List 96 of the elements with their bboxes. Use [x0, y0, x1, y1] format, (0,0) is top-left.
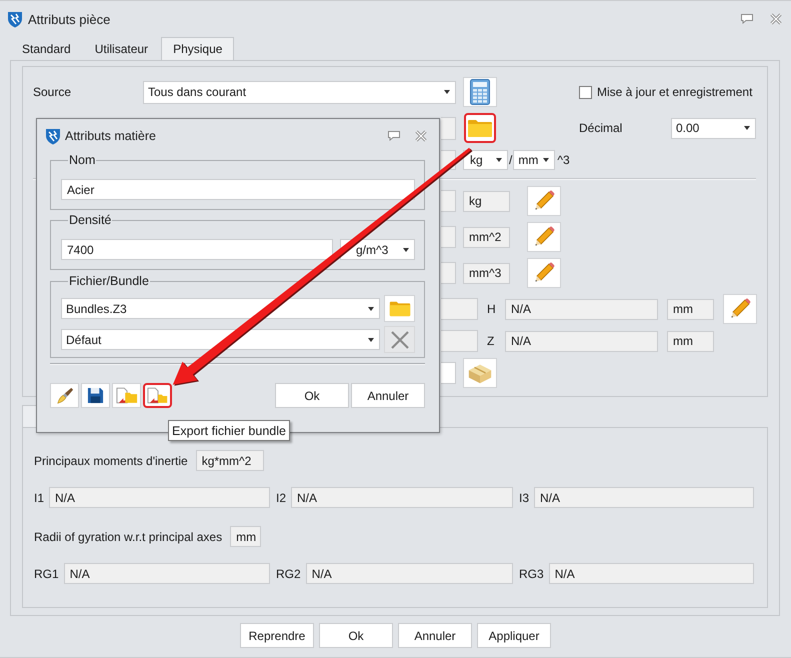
- value-field: N/A: [534, 487, 754, 508]
- dialog-title: Attributs matière: [65, 129, 156, 143]
- caret-icon: [403, 248, 409, 252]
- axis-label: Z: [487, 334, 496, 348]
- folder-button[interactable]: [464, 113, 496, 143]
- value-field: N/A: [505, 330, 658, 352]
- caret-icon: [496, 158, 502, 162]
- unit-field: mm^3: [463, 262, 510, 284]
- field-label: RG3: [519, 566, 544, 580]
- action-button[interactable]: Reprendre: [240, 623, 314, 648]
- action-button[interactable]: Ok: [275, 383, 349, 408]
- section-label: Radii of gyration w.r.t principal axes: [34, 530, 222, 544]
- field-label: RG2: [276, 566, 301, 580]
- unit-exponent: ^3: [557, 153, 570, 167]
- pencil-icon: [533, 226, 555, 248]
- tooltip: Export fichier bundle: [168, 420, 290, 441]
- field-label: RG1: [34, 566, 59, 580]
- caret-icon: [368, 338, 374, 342]
- input-field[interactable]: [441, 226, 456, 248]
- unit-field: mm^2: [463, 226, 510, 248]
- group-title: Nom: [68, 153, 96, 168]
- value-field: N/A: [306, 563, 513, 584]
- folder-icon: [467, 118, 493, 138]
- window-title: Attributs pièce: [28, 12, 110, 26]
- input-field[interactable]: [441, 190, 456, 212]
- input-field[interactable]: [441, 116, 456, 140]
- close-icon: [770, 13, 782, 25]
- group-title: Densité: [68, 213, 112, 228]
- field-label: Décimal: [579, 121, 624, 135]
- value-field: N/A: [505, 298, 658, 320]
- input-field[interactable]: [441, 330, 478, 352]
- edit-button[interactable]: [527, 222, 561, 252]
- checkbox[interactable]: [579, 86, 592, 98]
- input-field[interactable]: Acier: [61, 179, 415, 200]
- folder-icon: [388, 300, 410, 317]
- calculator-icon: [470, 79, 490, 105]
- caret-icon: [744, 126, 750, 130]
- dropdown[interactable]: kg: [463, 150, 508, 170]
- dropdown[interactable]: Défaut: [61, 329, 380, 350]
- action-button[interactable]: Annuler: [351, 383, 425, 408]
- document-folder-icon: [116, 387, 138, 404]
- speech-bubble-icon: [741, 14, 753, 24]
- pencil-icon: [533, 262, 555, 284]
- input-field[interactable]: [441, 262, 456, 284]
- box-icon: [467, 362, 493, 384]
- unit-field: mm: [667, 298, 714, 320]
- caret-icon: [543, 158, 550, 162]
- field-label: Source: [33, 85, 72, 99]
- toolbar-button[interactable]: [143, 383, 172, 408]
- dropdown[interactable]: Tous dans courant: [143, 80, 456, 104]
- axis-label: H: [487, 302, 497, 316]
- box-button[interactable]: [463, 358, 497, 388]
- input-field[interactable]: [441, 362, 456, 384]
- dropdown[interactable]: Bundles.Z3: [61, 298, 380, 319]
- edit-button[interactable]: [723, 294, 757, 324]
- input-field[interactable]: 7400: [61, 239, 333, 260]
- caret-icon: [368, 306, 374, 310]
- close-icon: [415, 130, 427, 142]
- pencil-icon: [533, 190, 555, 212]
- shield-icon: [7, 10, 23, 28]
- value-field: N/A: [548, 563, 754, 584]
- value-field: N/A: [291, 487, 513, 508]
- unit-field: kg: [463, 190, 510, 212]
- unit-separator: /: [509, 153, 512, 167]
- tab[interactable]: Standard: [10, 37, 83, 60]
- field-label: I1: [34, 490, 44, 504]
- speech-bubble-icon: [388, 131, 400, 141]
- pencil-icon: [729, 298, 751, 320]
- value-field: N/A: [49, 487, 270, 508]
- unit-field: mm: [667, 330, 714, 352]
- tab[interactable]: [22, 405, 36, 427]
- action-button[interactable]: Appliquer: [477, 623, 551, 648]
- unit-field: mm: [230, 526, 262, 547]
- caret-icon: [444, 90, 450, 94]
- edit-button[interactable]: [527, 258, 561, 288]
- dropdown[interactable]: mm: [513, 150, 556, 170]
- tab[interactable]: Utilisateur: [82, 37, 160, 60]
- field-label: I3: [519, 490, 530, 504]
- field-label: I2: [276, 490, 286, 504]
- tab[interactable]: Physique: [161, 37, 234, 60]
- unit-field: kg*mm^2: [196, 450, 264, 471]
- calculator-button[interactable]: [463, 77, 497, 107]
- group-title: Fichier/Bundle: [68, 274, 150, 289]
- checkbox-label: Mise à jour et enregistrement: [597, 85, 752, 99]
- value-field: N/A: [64, 563, 270, 584]
- action-button[interactable]: Annuler: [398, 623, 472, 648]
- document-folder-icon: [146, 387, 168, 404]
- brush-icon: [56, 386, 74, 404]
- section-label: Principaux moments d'inertie: [34, 454, 188, 468]
- cross-icon: [390, 330, 410, 350]
- input-field[interactable]: [441, 298, 478, 320]
- save-icon: [87, 387, 104, 404]
- shield-icon: [45, 128, 61, 144]
- edit-button[interactable]: [527, 186, 561, 216]
- dropdown[interactable]: 0.00: [671, 118, 756, 138]
- action-button[interactable]: Ok: [319, 623, 393, 648]
